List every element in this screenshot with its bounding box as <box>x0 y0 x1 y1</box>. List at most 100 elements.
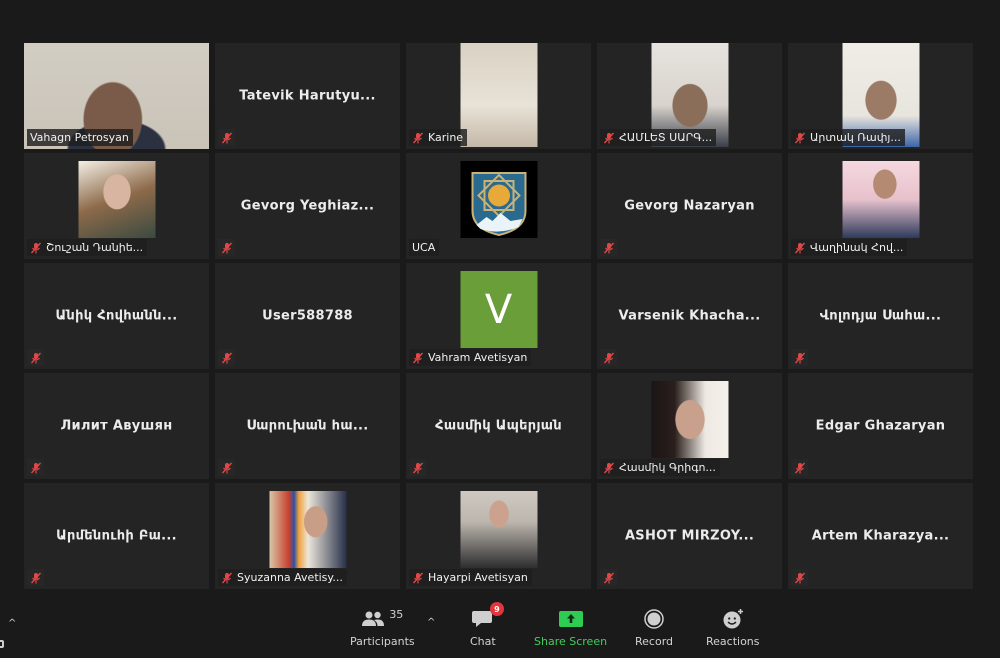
profile-photo <box>842 161 919 238</box>
mic-muted-icon <box>30 462 41 473</box>
mic-muted-icon <box>30 572 41 583</box>
participant-tile[interactable]: Karine <box>406 43 591 149</box>
participant-name: Tatevik Harutyu... <box>239 88 376 104</box>
name-tag: Vahagn Petrosyan <box>27 129 133 146</box>
participant-name: Արմենուհի Բա... <box>56 528 177 544</box>
participant-name: User588788 <box>262 308 353 324</box>
record-icon <box>644 609 664 629</box>
avatar-initial: V <box>460 271 537 348</box>
participant-tile[interactable]: Tatevik Harutyu... <box>215 43 400 149</box>
muted-indicator <box>409 459 426 476</box>
name-tag: Vahram Avetisyan <box>409 349 532 366</box>
share-screen-button[interactable]: Share Screen <box>534 608 607 648</box>
name-tag: Հասմիկ Գրիգո... <box>600 459 720 476</box>
chat-button[interactable]: 9 Chat <box>470 602 504 648</box>
chat-label: Chat <box>470 635 496 648</box>
muted-indicator <box>218 239 235 256</box>
participant-tile[interactable]: Artem Kharazya... <box>788 483 973 589</box>
participant-tile[interactable]: UCA <box>406 153 591 259</box>
mic-muted-icon <box>603 352 614 363</box>
participant-tile[interactable]: Varsenik Khacha... <box>597 263 782 369</box>
participant-name: Varsenik Khacha... <box>618 308 761 324</box>
reactions-button[interactable]: Reactions <box>706 608 760 648</box>
participants-caret[interactable]: ^ <box>427 617 435 628</box>
mic-muted-icon <box>794 462 805 473</box>
participant-name: Վոլոդյա Սահա... <box>819 308 942 324</box>
record-button[interactable]: Record <box>635 608 673 648</box>
gallery-view: Vahagn Petrosyan Tatevik Harutyu... Kari… <box>24 43 973 589</box>
participant-tile[interactable]: ASHOT MIRZOY... <box>597 483 782 589</box>
name-tag: Շուշան Դանիե... <box>27 239 148 256</box>
participant-name: Հասմիկ Ապերյան <box>435 418 562 434</box>
participant-name: Gevorg Nazaryan <box>624 198 755 214</box>
mic-muted-icon <box>794 352 805 363</box>
participants-label: Participants <box>350 635 415 648</box>
participant-tile[interactable]: Վոլոդյա Սահա... <box>788 263 973 369</box>
participant-tile[interactable]: Շուշան Դանիե... <box>24 153 209 259</box>
participant-tile[interactable]: Սարուխան հա... <box>215 373 400 479</box>
record-label: Record <box>635 635 674 648</box>
name-tag: Արտակ Ռափյ... <box>791 129 905 146</box>
muted-indicator <box>791 569 808 586</box>
participant-tile[interactable]: Անիկ Հովհանն... <box>24 263 209 369</box>
participant-tile[interactable]: ՀԱՄԼԵՏ ՍԱՐԳ... <box>597 43 782 149</box>
participant-name: Artem Kharazya... <box>811 528 950 544</box>
partial-control-icon[interactable] <box>0 640 4 648</box>
participant-name: Անիկ Հովհանն... <box>55 308 178 324</box>
mic-muted-icon <box>603 242 614 253</box>
muted-indicator <box>218 129 235 146</box>
share-screen-icon <box>558 611 583 627</box>
participant-video <box>460 43 537 147</box>
mic-muted-icon <box>412 462 423 473</box>
muted-indicator <box>218 349 235 366</box>
share-screen-label: Share Screen <box>534 635 608 648</box>
participant-tile[interactable]: Лилит Авушян <box>24 373 209 479</box>
muted-indicator <box>791 349 808 366</box>
mic-muted-icon <box>794 132 806 143</box>
participant-name: Հասմիկ Գրիգո... <box>619 461 716 474</box>
participant-tile[interactable]: Hayarpi Avetisyan <box>406 483 591 589</box>
meeting-controls-toolbar: ^ 35 Participants ^ 9 Chat Share Screen … <box>0 600 1000 658</box>
participant-tile[interactable]: Edgar Ghazaryan <box>788 373 973 479</box>
university-emblem-icon <box>471 172 526 237</box>
participant-tile[interactable]: Արտակ Ռափյ... <box>788 43 973 149</box>
participant-tile[interactable]: Վաղինակ Հով... <box>788 153 973 259</box>
audio-options-caret[interactable]: ^ <box>8 618 16 629</box>
profile-photo <box>651 381 728 458</box>
name-tag: Karine <box>409 129 468 146</box>
participants-button[interactable]: 35 Participants <box>350 608 415 649</box>
participant-name: Syuzanna Avetisy... <box>237 571 343 584</box>
muted-indicator <box>600 349 617 366</box>
profile-logo <box>460 161 537 238</box>
mic-muted-icon <box>603 462 615 473</box>
name-tag: Hayarpi Avetisyan <box>409 569 532 586</box>
profile-photo <box>78 161 155 238</box>
mic-muted-icon <box>221 462 232 473</box>
participant-tile[interactable]: V Vahram Avetisyan <box>406 263 591 369</box>
muted-indicator <box>27 569 44 586</box>
participant-tile[interactable]: Gevorg Nazaryan <box>597 153 782 259</box>
participant-name: ՀԱՄԼԵՏ ՍԱՐԳ... <box>619 131 713 144</box>
mic-muted-icon <box>221 572 233 583</box>
reactions-icon <box>723 609 743 629</box>
muted-indicator <box>600 239 617 256</box>
participant-name: ASHOT MIRZOY... <box>624 528 755 544</box>
mic-muted-icon <box>794 242 806 253</box>
participant-tile[interactable]: Հասմիկ Ապերյան <box>406 373 591 479</box>
mic-muted-icon <box>221 132 232 143</box>
participant-tile[interactable]: Vahagn Petrosyan <box>24 43 209 149</box>
muted-indicator <box>27 349 44 366</box>
participant-tile[interactable]: Արմենուհի Բա... <box>24 483 209 589</box>
participant-tile[interactable]: Syuzanna Avetisy... <box>215 483 400 589</box>
participant-name: Karine <box>428 131 464 144</box>
participant-tile[interactable]: Gevorg Yeghiaz... <box>215 153 400 259</box>
muted-indicator <box>218 459 235 476</box>
participants-icon <box>362 611 385 626</box>
participant-tile[interactable]: Հասմիկ Գրիգո... <box>597 373 782 479</box>
participant-tile[interactable]: User588788 <box>215 263 400 369</box>
mic-muted-icon <box>221 352 232 363</box>
participant-name: Vahagn Petrosyan <box>30 131 129 144</box>
profile-photo <box>269 491 346 568</box>
name-tag: Վաղինակ Հով... <box>791 239 908 256</box>
mic-muted-icon <box>412 352 424 363</box>
